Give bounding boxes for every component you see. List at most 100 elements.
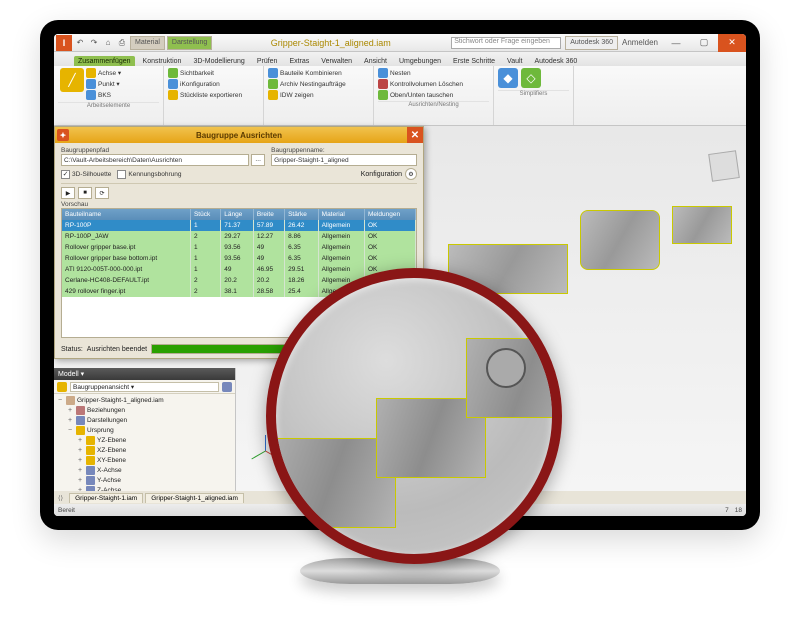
qat-redo-icon[interactable]: ↷ <box>88 37 100 49</box>
ribbon-big-button[interactable]: ╱ <box>60 68 84 101</box>
ribbon-item[interactable]: iKonfiguration <box>168 79 259 89</box>
ribbon-group-simplifiers: ◆ ◇ Simplifiers <box>494 66 574 125</box>
login-button[interactable]: Anmelden <box>620 37 660 49</box>
ribbon-item[interactable]: Punkt ▾ <box>86 79 159 89</box>
minimize-button[interactable]: — <box>662 34 690 52</box>
part-box[interactable] <box>672 206 732 244</box>
ribbon-item[interactable]: Stückliste exportieren <box>168 90 259 100</box>
ribbon-tab[interactable]: Autodesk 360 <box>530 56 581 66</box>
tree-item[interactable]: +YZ-Ebene <box>56 436 233 446</box>
table-row[interactable]: ATI 9120-005T-000-000.ipt14946.9529.51Al… <box>62 264 416 275</box>
ribbon-item[interactable]: Archiv Nestingaufträge <box>268 79 369 89</box>
ribbon-item[interactable]: Nesten <box>378 68 489 78</box>
col-header[interactable]: Material <box>318 209 364 220</box>
ribbon-item[interactable]: IDW zeigen <box>268 90 369 100</box>
tree-item[interactable]: −Ursprung <box>56 426 233 436</box>
ribbon-tab[interactable]: Zusammenfügen <box>74 56 135 66</box>
table-cell: 8.86 <box>285 231 319 242</box>
toolbar-refresh-button[interactable]: ⟳ <box>95 187 109 199</box>
ribbon-tab[interactable]: Konstruktion <box>139 56 186 66</box>
browser-title[interactable]: Modell ▾ <box>54 368 235 380</box>
qat-print-icon[interactable]: ⎙ <box>116 37 128 49</box>
table-cell: 1 <box>190 253 220 264</box>
status-value: Ausrichten beendet <box>87 346 147 353</box>
path-input[interactable]: C:\Vault-Arbeitsbereich\Daten\Ausrichten <box>61 154 249 166</box>
table-cell: Allgemein <box>318 242 364 253</box>
ribbon-item[interactable]: Kontrollvolumen Löschen <box>378 79 489 89</box>
table-row[interactable]: Rollover gripper base.ipt193.56496.35All… <box>62 242 416 253</box>
col-header[interactable]: Stück <box>190 209 220 220</box>
ribbon-tab[interactable]: 3D-Modellierung <box>189 56 248 66</box>
ribbon-item[interactable]: BKS <box>86 90 159 100</box>
ribbon-tab[interactable]: Vault <box>503 56 526 66</box>
col-header[interactable]: Meldungen <box>364 209 415 220</box>
toolbar-run-button[interactable]: ▶ <box>61 187 75 199</box>
simplify-icon[interactable]: ◆ <box>498 68 518 88</box>
table-cell: Allgemein <box>318 220 364 231</box>
part-round[interactable] <box>580 210 660 270</box>
browser-view-dropdown[interactable]: Baugruppenansicht ▾ <box>70 382 219 392</box>
tree-item[interactable]: +X-Achse <box>56 466 233 476</box>
ribbon-tab[interactable]: Extras <box>285 56 313 66</box>
tree-item[interactable]: +XZ-Ebene <box>56 446 233 456</box>
col-header[interactable]: Breite <box>253 209 284 220</box>
ribbon-group-label: Arbeitselemente <box>58 102 159 109</box>
document-tab[interactable]: Gripper-Staight-1.iam <box>69 493 143 503</box>
col-header[interactable]: Bauteilname <box>62 209 190 220</box>
magnifier-overlay <box>266 268 562 564</box>
tree-item[interactable]: +Beziehungen <box>56 406 233 416</box>
app-logo[interactable]: I <box>56 35 72 51</box>
table-cell: 26.42 <box>285 220 319 231</box>
ribbon-group-nesting: Nesten Kontrollvolumen Löschen Oben/Unte… <box>374 66 494 125</box>
browser-find-icon[interactable] <box>222 382 232 392</box>
table-row[interactable]: RP-100P_JAW229.2712.278.86AllgemeinOK <box>62 231 416 242</box>
dialog-titlebar[interactable]: ✦ Baugruppe Ausrichten ✕ <box>55 127 423 143</box>
table-row[interactable]: Rollover gripper base bottom.ipt193.5649… <box>62 253 416 264</box>
filter-icon[interactable] <box>57 382 67 392</box>
toolbar-stop-button[interactable]: ■ <box>78 187 92 199</box>
dialog-close-button[interactable]: ✕ <box>407 127 423 143</box>
table-cell: Cerlane-HC408-DEFAULT.ipt <box>62 275 190 286</box>
path-browse-button[interactable]: … <box>251 154 265 166</box>
name-input[interactable]: Gripper-Staight-1_aligned <box>271 154 417 166</box>
axis-small-icon <box>86 68 96 78</box>
simplify2-icon[interactable]: ◇ <box>521 68 541 88</box>
ribbon-item[interactable]: Achse ▾ <box>86 68 159 78</box>
col-header[interactable]: Stärke <box>285 209 319 220</box>
kennung-checkbox[interactable]: Kennungsbohrung <box>117 170 181 179</box>
tree-item[interactable]: +XY-Ebene <box>56 456 233 466</box>
ribbon-item[interactable]: Oben/Unten tauschen <box>378 90 489 100</box>
ribbon-group-label: Ausrichten/Nesting <box>378 101 489 108</box>
qat-undo-icon[interactable]: ↶ <box>74 37 86 49</box>
table-cell: 71.37 <box>221 220 254 231</box>
silhouette-checkbox[interactable]: ✓3D-Silhouette <box>61 170 111 179</box>
delete-volume-icon <box>378 79 388 89</box>
ribbon-tab[interactable]: Prüfen <box>253 56 282 66</box>
close-button[interactable]: ✕ <box>718 34 746 52</box>
qat-home-icon[interactable]: ⌂ <box>102 37 114 49</box>
preview-label: Vorschau <box>61 201 417 208</box>
tree-root[interactable]: −Gripper-Staight-1_aligned.iam <box>56 396 233 406</box>
tree-item[interactable]: +Y-Achse <box>56 476 233 486</box>
visibility-icon <box>168 68 178 78</box>
ribbon-tab[interactable]: Verwalten <box>317 56 356 66</box>
viewcube[interactable] <box>708 150 740 182</box>
ribbon-tab[interactable]: Ansicht <box>360 56 391 66</box>
col-header[interactable]: Länge <box>221 209 254 220</box>
document-tab[interactable]: Gripper-Staight-1_aligned.iam <box>145 493 244 503</box>
table-cell: 29.27 <box>221 231 254 242</box>
ribbon-tab[interactable]: Umgebungen <box>395 56 445 66</box>
tree-item[interactable]: +Darstellungen <box>56 416 233 426</box>
maximize-button[interactable]: ▢ <box>690 34 718 52</box>
ribbon-item[interactable]: Bauteile Kombinieren <box>268 68 369 78</box>
ribbon-tab[interactable]: Erste Schritte <box>449 56 499 66</box>
search-input[interactable]: Stichwort oder Frage eingeben <box>451 37 561 49</box>
autodesk360-menu[interactable]: Autodesk 360 <box>565 36 618 50</box>
appearance-dropdown[interactable]: Darstellung <box>167 36 212 50</box>
table-cell: 38.1 <box>221 286 254 297</box>
ribbon-item[interactable]: Sichtbarkeit <box>168 68 259 78</box>
table-row[interactable]: RP-100P171.3757.8926.42AllgemeinOK <box>62 220 416 231</box>
material-dropdown[interactable]: Material <box>130 36 165 50</box>
doctab-nav-icon[interactable]: ⟨⟩ <box>54 494 67 502</box>
config-gear-icon[interactable]: ⚙ <box>405 168 417 180</box>
